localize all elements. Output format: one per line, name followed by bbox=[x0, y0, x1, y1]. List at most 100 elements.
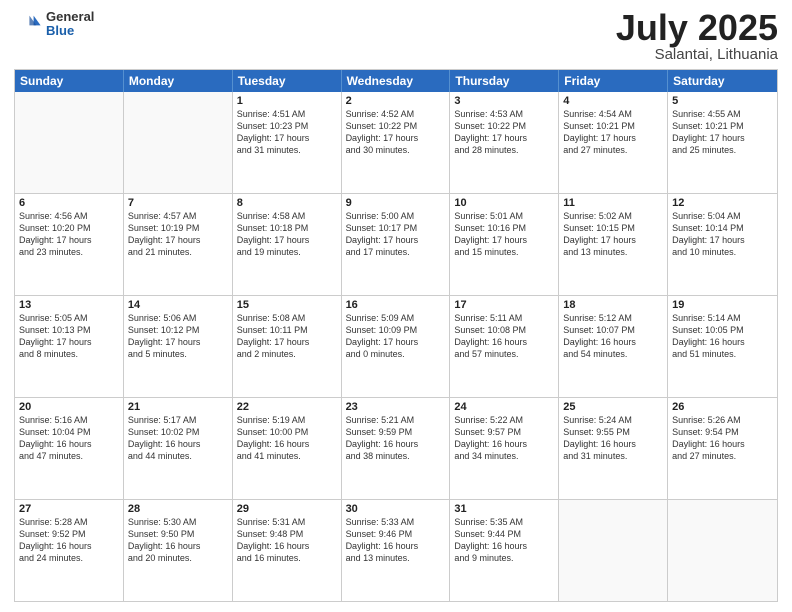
calendar-day-cell: 29Sunrise: 5:31 AM Sunset: 9:48 PM Dayli… bbox=[233, 500, 342, 601]
day-number: 23 bbox=[346, 401, 446, 413]
day-info: Sunrise: 4:57 AM Sunset: 10:19 PM Daylig… bbox=[128, 210, 228, 259]
day-info: Sunrise: 5:21 AM Sunset: 9:59 PM Dayligh… bbox=[346, 414, 446, 463]
calendar-header-cell: Friday bbox=[559, 70, 668, 92]
calendar-header-cell: Sunday bbox=[15, 70, 124, 92]
calendar-week: 6Sunrise: 4:56 AM Sunset: 10:20 PM Dayli… bbox=[15, 194, 777, 296]
calendar-day-cell: 10Sunrise: 5:01 AM Sunset: 10:16 PM Dayl… bbox=[450, 194, 559, 295]
calendar-day-cell: 6Sunrise: 4:56 AM Sunset: 10:20 PM Dayli… bbox=[15, 194, 124, 295]
day-number: 2 bbox=[346, 95, 446, 107]
calendar-day-cell: 21Sunrise: 5:17 AM Sunset: 10:02 PM Dayl… bbox=[124, 398, 233, 499]
calendar-week: 13Sunrise: 5:05 AM Sunset: 10:13 PM Dayl… bbox=[15, 296, 777, 398]
calendar-day-cell: 20Sunrise: 5:16 AM Sunset: 10:04 PM Dayl… bbox=[15, 398, 124, 499]
calendar-day-cell: 8Sunrise: 4:58 AM Sunset: 10:18 PM Dayli… bbox=[233, 194, 342, 295]
calendar-day-cell: 31Sunrise: 5:35 AM Sunset: 9:44 PM Dayli… bbox=[450, 500, 559, 601]
day-info: Sunrise: 4:51 AM Sunset: 10:23 PM Daylig… bbox=[237, 108, 337, 157]
day-number: 9 bbox=[346, 197, 446, 209]
calendar-day-cell: 4Sunrise: 4:54 AM Sunset: 10:21 PM Dayli… bbox=[559, 92, 668, 193]
calendar-week: 20Sunrise: 5:16 AM Sunset: 10:04 PM Dayl… bbox=[15, 398, 777, 500]
day-number: 5 bbox=[672, 95, 773, 107]
title-block: July 2025 Salantai, Lithuania bbox=[616, 10, 778, 63]
day-number: 11 bbox=[563, 197, 663, 209]
day-number: 16 bbox=[346, 299, 446, 311]
day-number: 12 bbox=[672, 197, 773, 209]
logo: General Blue bbox=[14, 10, 94, 39]
day-info: Sunrise: 5:28 AM Sunset: 9:52 PM Dayligh… bbox=[19, 516, 119, 565]
day-info: Sunrise: 5:01 AM Sunset: 10:16 PM Daylig… bbox=[454, 210, 554, 259]
day-info: Sunrise: 5:16 AM Sunset: 10:04 PM Daylig… bbox=[19, 414, 119, 463]
calendar-empty-cell bbox=[15, 92, 124, 193]
calendar-header-cell: Wednesday bbox=[342, 70, 451, 92]
day-info: Sunrise: 5:12 AM Sunset: 10:07 PM Daylig… bbox=[563, 312, 663, 361]
day-number: 13 bbox=[19, 299, 119, 311]
day-number: 21 bbox=[128, 401, 228, 413]
calendar-header-cell: Monday bbox=[124, 70, 233, 92]
day-number: 17 bbox=[454, 299, 554, 311]
day-info: Sunrise: 5:30 AM Sunset: 9:50 PM Dayligh… bbox=[128, 516, 228, 565]
day-info: Sunrise: 5:02 AM Sunset: 10:15 PM Daylig… bbox=[563, 210, 663, 259]
calendar-header-cell: Tuesday bbox=[233, 70, 342, 92]
day-info: Sunrise: 5:24 AM Sunset: 9:55 PM Dayligh… bbox=[563, 414, 663, 463]
day-number: 19 bbox=[672, 299, 773, 311]
day-number: 22 bbox=[237, 401, 337, 413]
calendar-day-cell: 12Sunrise: 5:04 AM Sunset: 10:14 PM Dayl… bbox=[668, 194, 777, 295]
logo-general-text: General bbox=[46, 10, 94, 24]
calendar-day-cell: 3Sunrise: 4:53 AM Sunset: 10:22 PM Dayli… bbox=[450, 92, 559, 193]
day-number: 8 bbox=[237, 197, 337, 209]
day-number: 24 bbox=[454, 401, 554, 413]
day-number: 3 bbox=[454, 95, 554, 107]
calendar-body: 1Sunrise: 4:51 AM Sunset: 10:23 PM Dayli… bbox=[15, 92, 777, 601]
day-info: Sunrise: 5:22 AM Sunset: 9:57 PM Dayligh… bbox=[454, 414, 554, 463]
day-number: 28 bbox=[128, 503, 228, 515]
calendar-header-cell: Thursday bbox=[450, 70, 559, 92]
day-info: Sunrise: 5:17 AM Sunset: 10:02 PM Daylig… bbox=[128, 414, 228, 463]
calendar-day-cell: 18Sunrise: 5:12 AM Sunset: 10:07 PM Dayl… bbox=[559, 296, 668, 397]
calendar-day-cell: 2Sunrise: 4:52 AM Sunset: 10:22 PM Dayli… bbox=[342, 92, 451, 193]
day-number: 10 bbox=[454, 197, 554, 209]
day-number: 1 bbox=[237, 95, 337, 107]
logo-icon bbox=[14, 10, 42, 38]
day-number: 14 bbox=[128, 299, 228, 311]
day-number: 27 bbox=[19, 503, 119, 515]
calendar-day-cell: 9Sunrise: 5:00 AM Sunset: 10:17 PM Dayli… bbox=[342, 194, 451, 295]
calendar-week: 1Sunrise: 4:51 AM Sunset: 10:23 PM Dayli… bbox=[15, 92, 777, 194]
day-info: Sunrise: 5:05 AM Sunset: 10:13 PM Daylig… bbox=[19, 312, 119, 361]
calendar-day-cell: 17Sunrise: 5:11 AM Sunset: 10:08 PM Dayl… bbox=[450, 296, 559, 397]
day-info: Sunrise: 5:11 AM Sunset: 10:08 PM Daylig… bbox=[454, 312, 554, 361]
day-number: 7 bbox=[128, 197, 228, 209]
day-info: Sunrise: 5:35 AM Sunset: 9:44 PM Dayligh… bbox=[454, 516, 554, 565]
day-info: Sunrise: 4:58 AM Sunset: 10:18 PM Daylig… bbox=[237, 210, 337, 259]
calendar-day-cell: 5Sunrise: 4:55 AM Sunset: 10:21 PM Dayli… bbox=[668, 92, 777, 193]
calendar-day-cell: 24Sunrise: 5:22 AM Sunset: 9:57 PM Dayli… bbox=[450, 398, 559, 499]
calendar-day-cell: 19Sunrise: 5:14 AM Sunset: 10:05 PM Dayl… bbox=[668, 296, 777, 397]
calendar-empty-cell bbox=[559, 500, 668, 601]
calendar-day-cell: 1Sunrise: 4:51 AM Sunset: 10:23 PM Dayli… bbox=[233, 92, 342, 193]
calendar-day-cell: 28Sunrise: 5:30 AM Sunset: 9:50 PM Dayli… bbox=[124, 500, 233, 601]
calendar-day-cell: 16Sunrise: 5:09 AM Sunset: 10:09 PM Dayl… bbox=[342, 296, 451, 397]
day-number: 15 bbox=[237, 299, 337, 311]
day-info: Sunrise: 5:04 AM Sunset: 10:14 PM Daylig… bbox=[672, 210, 773, 259]
day-info: Sunrise: 4:52 AM Sunset: 10:22 PM Daylig… bbox=[346, 108, 446, 157]
calendar-day-cell: 23Sunrise: 5:21 AM Sunset: 9:59 PM Dayli… bbox=[342, 398, 451, 499]
day-info: Sunrise: 5:14 AM Sunset: 10:05 PM Daylig… bbox=[672, 312, 773, 361]
title-month: July 2025 bbox=[616, 10, 778, 46]
day-info: Sunrise: 5:31 AM Sunset: 9:48 PM Dayligh… bbox=[237, 516, 337, 565]
day-info: Sunrise: 5:26 AM Sunset: 9:54 PM Dayligh… bbox=[672, 414, 773, 463]
calendar-header-row: SundayMondayTuesdayWednesdayThursdayFrid… bbox=[15, 70, 777, 92]
day-info: Sunrise: 5:00 AM Sunset: 10:17 PM Daylig… bbox=[346, 210, 446, 259]
day-info: Sunrise: 5:33 AM Sunset: 9:46 PM Dayligh… bbox=[346, 516, 446, 565]
day-info: Sunrise: 4:53 AM Sunset: 10:22 PM Daylig… bbox=[454, 108, 554, 157]
day-number: 31 bbox=[454, 503, 554, 515]
day-number: 26 bbox=[672, 401, 773, 413]
calendar: SundayMondayTuesdayWednesdayThursdayFrid… bbox=[14, 69, 778, 602]
calendar-day-cell: 22Sunrise: 5:19 AM Sunset: 10:00 PM Dayl… bbox=[233, 398, 342, 499]
day-number: 18 bbox=[563, 299, 663, 311]
day-info: Sunrise: 5:09 AM Sunset: 10:09 PM Daylig… bbox=[346, 312, 446, 361]
calendar-day-cell: 26Sunrise: 5:26 AM Sunset: 9:54 PM Dayli… bbox=[668, 398, 777, 499]
calendar-day-cell: 7Sunrise: 4:57 AM Sunset: 10:19 PM Dayli… bbox=[124, 194, 233, 295]
calendar-empty-cell bbox=[668, 500, 777, 601]
calendar-day-cell: 11Sunrise: 5:02 AM Sunset: 10:15 PM Dayl… bbox=[559, 194, 668, 295]
day-info: Sunrise: 4:54 AM Sunset: 10:21 PM Daylig… bbox=[563, 108, 663, 157]
calendar-day-cell: 30Sunrise: 5:33 AM Sunset: 9:46 PM Dayli… bbox=[342, 500, 451, 601]
day-number: 20 bbox=[19, 401, 119, 413]
calendar-day-cell: 27Sunrise: 5:28 AM Sunset: 9:52 PM Dayli… bbox=[15, 500, 124, 601]
